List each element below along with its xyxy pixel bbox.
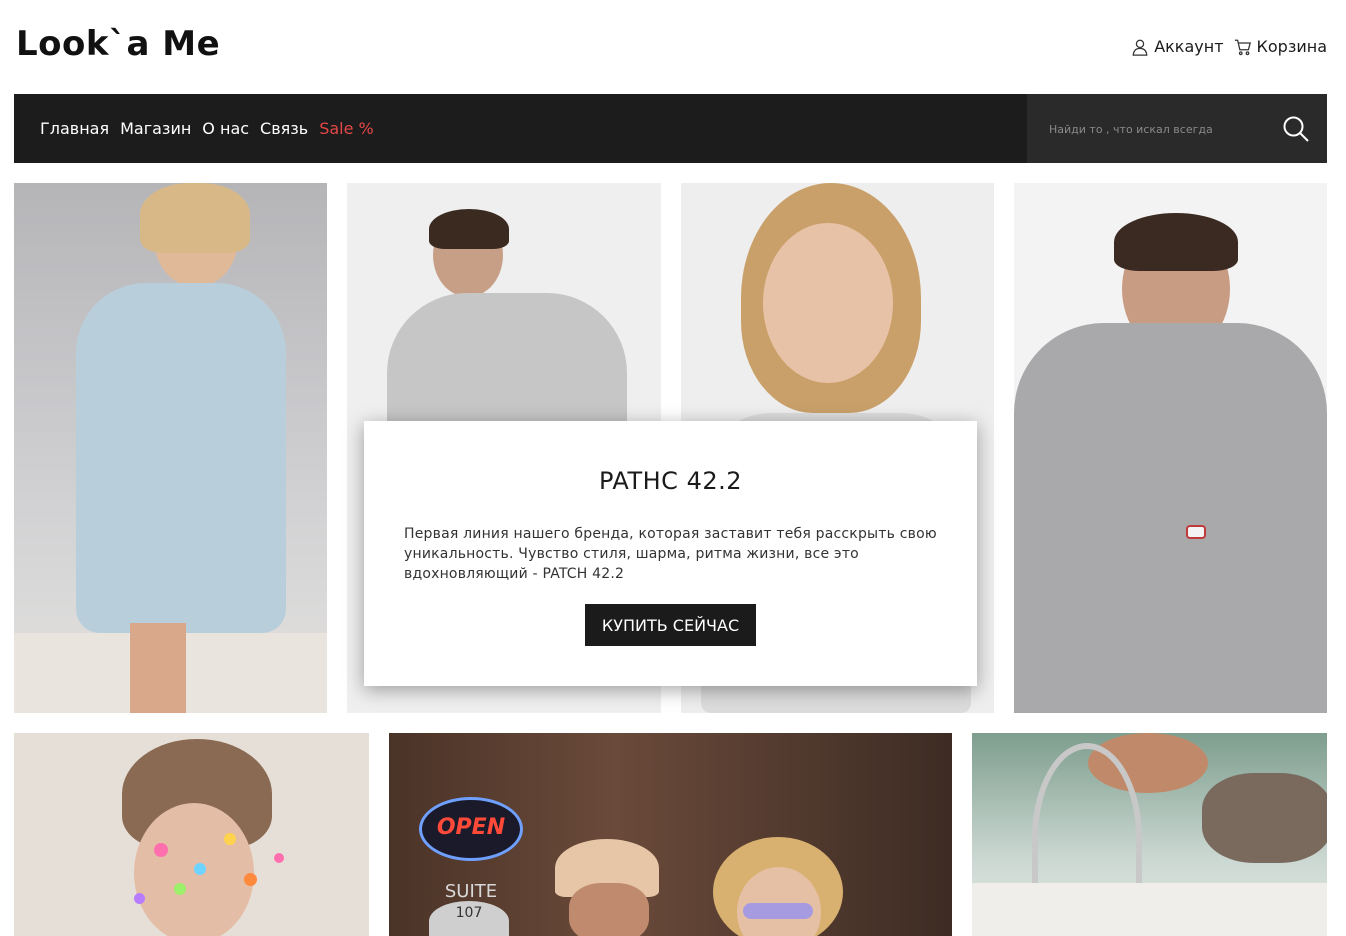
photo-woman-blue-hoodie[interactable] xyxy=(14,183,327,713)
main-navbar: Главная Магазин О нас Связь Sale % xyxy=(14,94,1327,163)
buy-now-button[interactable]: КУПИТЬ СЕЙЧАС xyxy=(585,604,756,646)
promo-card: PATHC 42.2 Первая линия нашего бренда, к… xyxy=(364,421,977,686)
nav-menu: Главная Магазин О нас Связь Sale % xyxy=(40,94,374,163)
photo-shopping-bag[interactable] xyxy=(972,733,1327,936)
suite-number-text: 107 xyxy=(455,905,483,921)
photo-man-hood-up[interactable] xyxy=(1014,183,1327,713)
account-label: Аккаунт xyxy=(1154,37,1224,56)
promo-description: Первая линия нашего бренда, которая заст… xyxy=(404,526,937,582)
search-input[interactable] xyxy=(1049,118,1269,140)
photo-couple-street[interactable]: OPEN SUITE 107 xyxy=(389,733,952,936)
photo-woman-confetti[interactable] xyxy=(14,733,369,936)
search-icon[interactable] xyxy=(1281,114,1311,144)
search-box xyxy=(1027,94,1327,163)
promo-title: PATHC 42.2 xyxy=(598,467,743,495)
nav-item-sale[interactable]: Sale % xyxy=(319,119,374,138)
cart-label: Корзина xyxy=(1256,37,1327,56)
nav-item-home[interactable]: Главная xyxy=(40,119,109,138)
header-links: Аккаунт Корзина xyxy=(1131,37,1327,56)
account-link[interactable]: Аккаунт xyxy=(1131,37,1224,56)
logo[interactable]: Look`a Me xyxy=(16,24,220,64)
cart-icon xyxy=(1234,39,1251,55)
nav-item-about[interactable]: О нас xyxy=(202,119,249,138)
nav-item-shop[interactable]: Магазин xyxy=(120,119,191,138)
suite-sign-text: SUITE xyxy=(444,881,498,902)
user-icon xyxy=(1132,39,1148,56)
nav-item-contact[interactable]: Связь xyxy=(260,119,308,138)
cart-link[interactable]: Корзина xyxy=(1234,37,1327,56)
open-sign-text: OPEN xyxy=(436,815,506,840)
